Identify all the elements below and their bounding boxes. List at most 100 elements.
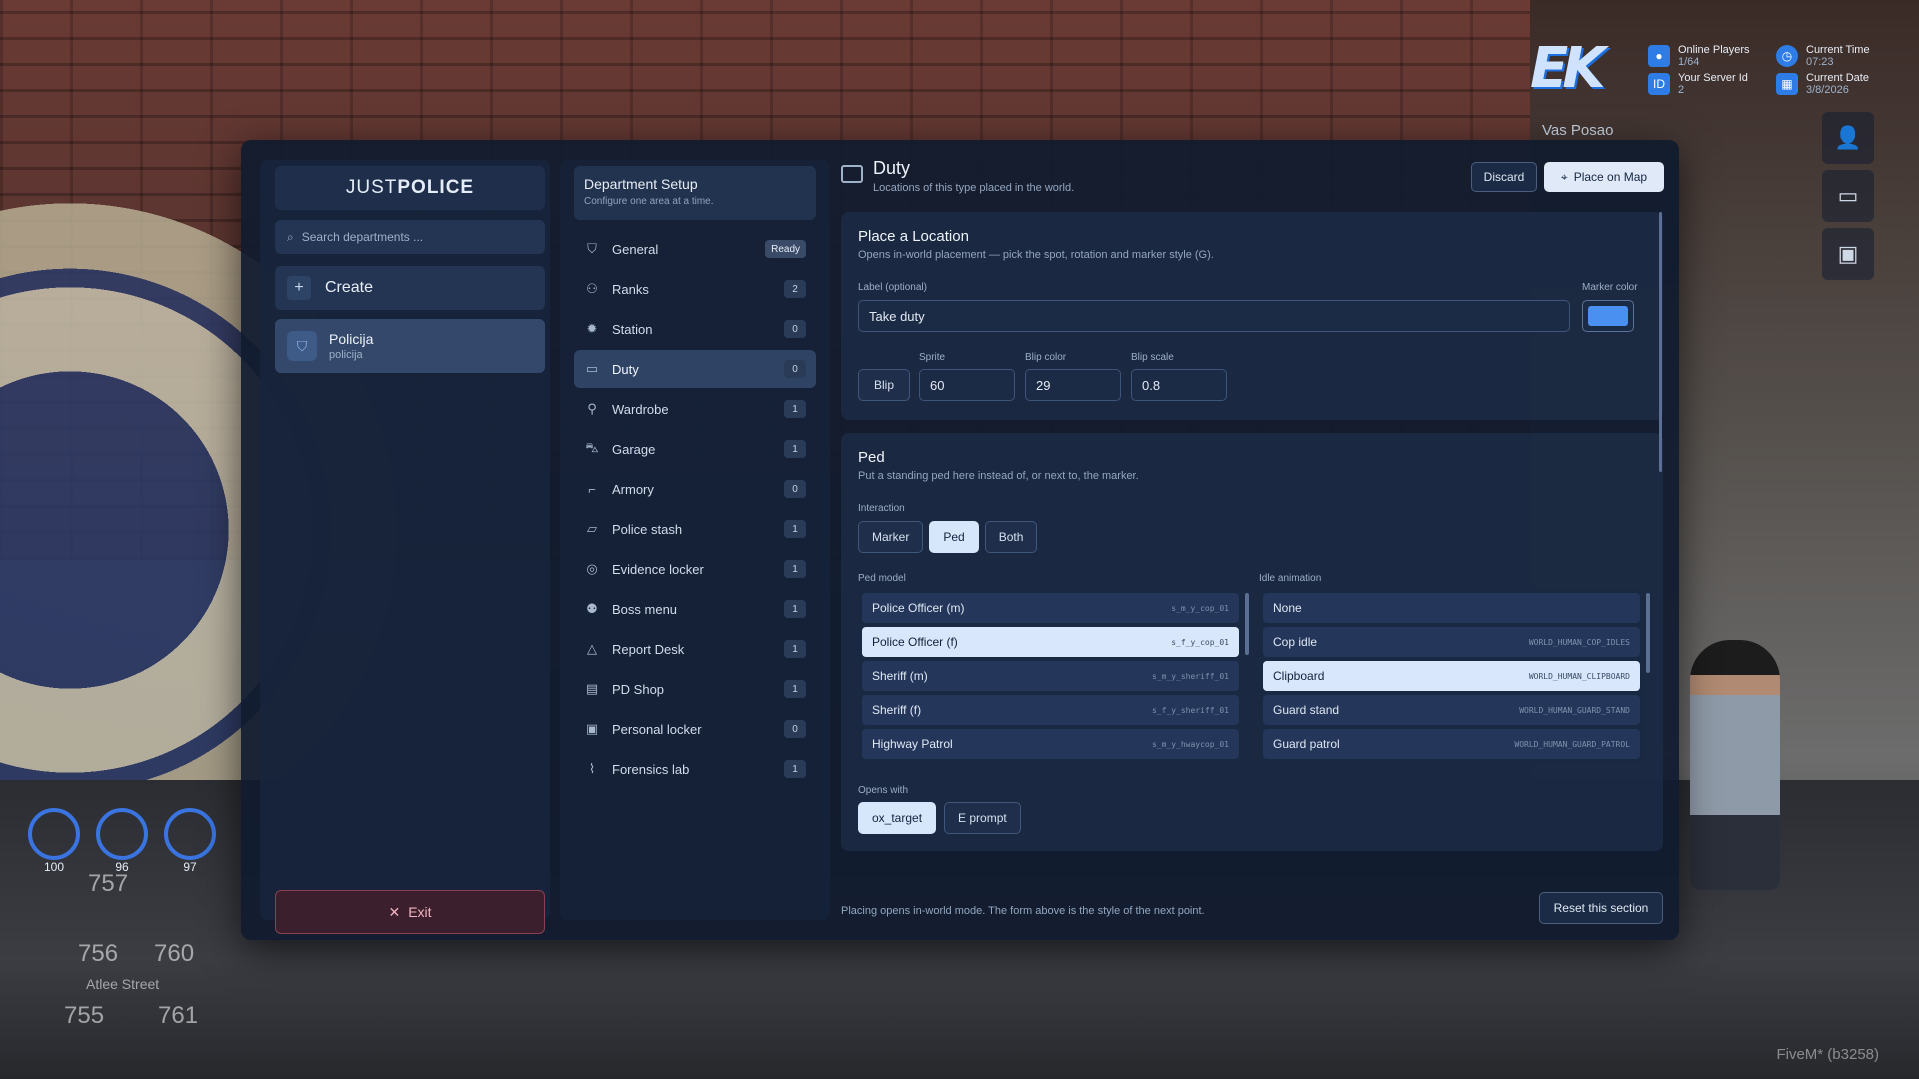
idle-animation-row[interactable]: Guard stand WORLD_HUMAN_GUARD_STAND xyxy=(1263,695,1640,725)
street-name: Atlee Street xyxy=(86,976,160,992)
idle-animation-row[interactable]: Clipboard WORLD_HUMAN_CLIPBOARD xyxy=(1263,661,1640,691)
nav-item-station[interactable]: ✹ Station 0 xyxy=(574,310,816,348)
reset-section-button[interactable]: Reset this section xyxy=(1539,892,1663,924)
nav-item-wardrobe[interactable]: ⚲ Wardrobe 1 xyxy=(574,390,816,428)
label-caption: Label (optional) xyxy=(858,282,927,293)
idle-animation-row[interactable]: Guard patrol WORLD_HUMAN_GUARD_PATROL xyxy=(1263,729,1640,759)
boss-icon: ⚉ xyxy=(586,601,598,616)
sprite-input[interactable]: 60 xyxy=(919,369,1015,401)
nav-item-report-desk[interactable]: △ Report Desk 1 xyxy=(574,630,816,668)
hud-online-value: 1/64 xyxy=(1678,56,1700,68)
hunger-value: 97 xyxy=(183,860,197,874)
hud-time-label: Current Time xyxy=(1806,44,1870,56)
hunger-gauge: 97 xyxy=(164,808,216,874)
nav-item-label: General xyxy=(612,241,659,257)
person-icon: ● xyxy=(1648,45,1670,67)
close-icon: ✕ xyxy=(388,903,401,920)
folder-icon: ▱ xyxy=(587,521,597,536)
ped-model-row[interactable]: Sheriff (m) s_m_y_sheriff_01 xyxy=(862,661,1239,691)
clock-icon: ◷ xyxy=(1776,45,1798,67)
nav-item-pd-shop[interactable]: ▤ PD Shop 1 xyxy=(574,670,816,708)
nav-item-general[interactable]: ⛉ General Ready xyxy=(574,230,816,268)
nav-item-armory[interactable]: ⌐ Armory 0 xyxy=(574,470,816,508)
idle-animation-row[interactable]: Cop idle WORLD_HUMAN_COP_IDLES xyxy=(1263,627,1640,657)
ped-model-row[interactable]: Sheriff (f) s_f_y_sheriff_01 xyxy=(862,695,1239,725)
nav-item-count: 2 xyxy=(784,280,806,298)
map-code: 756 xyxy=(78,940,119,967)
search-placeholder: Search departments ... xyxy=(301,230,424,244)
discard-button[interactable]: Discard xyxy=(1471,162,1537,192)
warning-icon: △ xyxy=(587,641,597,656)
idle-animation-row[interactable]: None xyxy=(1263,593,1640,623)
nav-item-label: Forensics lab xyxy=(612,761,690,777)
create-button[interactable]: + Create xyxy=(275,266,545,310)
blip-toggle[interactable]: Blip xyxy=(858,369,910,401)
minimap: 100 96 97 757 756 760 Atlee Street 755 7… xyxy=(8,808,243,1040)
blip-scale-input[interactable]: 0.8 xyxy=(1131,369,1227,401)
exit-label: Exit xyxy=(408,904,432,920)
place-location-desc: Opens in-world placement — pick the spot… xyxy=(858,249,1214,261)
id-card-icon: ▭ xyxy=(585,361,599,376)
idle-list-scrollbar[interactable] xyxy=(1646,593,1650,673)
nav-item-label: Boss menu xyxy=(612,601,678,617)
nav-item-count: 1 xyxy=(784,560,806,578)
interaction-option-marker[interactable]: Marker xyxy=(858,521,924,553)
ped-model-row-name: Highway Patrol xyxy=(872,737,953,751)
locker-icon: ▣ xyxy=(585,721,599,736)
ped-desc: Put a standing ped here instead of, or n… xyxy=(858,470,1139,482)
nav-item-personal-locker[interactable]: ▣ Personal locker 0 xyxy=(574,710,816,748)
nav-item-label: PD Shop xyxy=(612,681,665,697)
nav-item-duty[interactable]: ▭ Duty 0 xyxy=(574,350,816,388)
plus-icon: + xyxy=(287,276,311,300)
ped-model-row[interactable]: Police Officer (f) s_f_y_cop_01 xyxy=(862,627,1239,657)
interaction-option-ped[interactable]: Ped xyxy=(929,521,979,553)
idle-animation-row-name: Clipboard xyxy=(1273,669,1325,683)
nav-item-count: 1 xyxy=(784,680,806,698)
search-input[interactable]: ⌕ Search departments ... xyxy=(275,220,545,254)
interaction-selector: Marker Ped Both xyxy=(858,521,1038,553)
ped-model-row-code: s_m_y_hwaycop_01 xyxy=(1151,739,1229,749)
blip-scale-caption: Blip scale xyxy=(1131,352,1174,363)
dropper-icon: ⌇ xyxy=(588,761,596,776)
editor-scrollbar[interactable] xyxy=(1659,212,1662,472)
id-card-icon[interactable]: ▭ xyxy=(1822,170,1874,222)
ped-list-scrollbar[interactable] xyxy=(1245,593,1249,655)
blip-color-input[interactable]: 29 xyxy=(1025,369,1121,401)
place-on-map-button[interactable]: ⌖ Place on Map xyxy=(1544,162,1664,192)
idle-animation-row-code: WORLD_HUMAN_CLIPBOARD xyxy=(1528,671,1630,681)
wallet-icon[interactable]: ▣ xyxy=(1822,228,1874,280)
setup-subtitle: Configure one area at a time. xyxy=(584,196,714,207)
nav-item-count: 1 xyxy=(784,600,806,618)
hud-date-label: Current Date xyxy=(1806,72,1869,84)
idle-animation-list: None Cop idle WORLD_HUMAN_COP_IDLES Clipboa… xyxy=(1259,589,1644,763)
health-value: 100 xyxy=(43,860,65,874)
idle-animation-row-name: Guard patrol xyxy=(1273,737,1340,751)
opens-with-option-ox-target[interactable]: ox_target xyxy=(858,802,937,834)
opens-with-option-e-prompt[interactable]: E prompt xyxy=(944,802,1021,834)
department-item[interactable]: ⛉ Policija policija xyxy=(275,319,545,373)
editor-scroll-area[interactable]: Place a Location Opens in-world placemen… xyxy=(841,212,1667,862)
nav-item-garage[interactable]: ⛍ Garage 1 xyxy=(574,430,816,468)
police-config-panel: JUST POLICE ⌕ Search departments ... + C… xyxy=(241,140,1679,940)
exit-button[interactable]: ✕ Exit xyxy=(275,890,545,934)
nav-item-count: 0 xyxy=(784,480,806,498)
shield-icon: ⛉ xyxy=(587,241,597,256)
blip-color-caption: Blip color xyxy=(1025,352,1067,363)
nav-item-police-stash[interactable]: ▱ Police stash 1 xyxy=(574,510,816,548)
nav-item-evidence-locker[interactable]: ◎ Evidence locker 1 xyxy=(574,550,816,588)
nav-item-count: 0 xyxy=(784,320,806,338)
nav-item-label: Evidence locker xyxy=(612,561,704,577)
ped-model-row[interactable]: Highway Patrol s_m_y_hwaycop_01 xyxy=(862,729,1239,759)
departments-column: JUST POLICE ⌕ Search departments ... + C… xyxy=(260,160,550,934)
nav-item-ranks[interactable]: ⚇ Ranks 2 xyxy=(574,270,816,308)
label-input[interactable]: Take duty xyxy=(858,300,1570,332)
marker-color-picker[interactable] xyxy=(1582,300,1634,332)
nav-item-forensics-lab[interactable]: ⌇ Forensics lab 1 xyxy=(574,750,816,788)
profile-icon[interactable]: 👤 xyxy=(1822,112,1874,164)
users-icon: ⚇ xyxy=(586,281,598,296)
ped-model-row-code: s_m_y_cop_01 xyxy=(1171,603,1229,613)
create-label: Create xyxy=(325,279,374,296)
ped-model-row[interactable]: Police Officer (m) s_m_y_cop_01 xyxy=(862,593,1239,623)
nav-item-boss-menu[interactable]: ⚉ Boss menu 1 xyxy=(574,590,816,628)
interaction-option-both[interactable]: Both xyxy=(984,521,1038,553)
